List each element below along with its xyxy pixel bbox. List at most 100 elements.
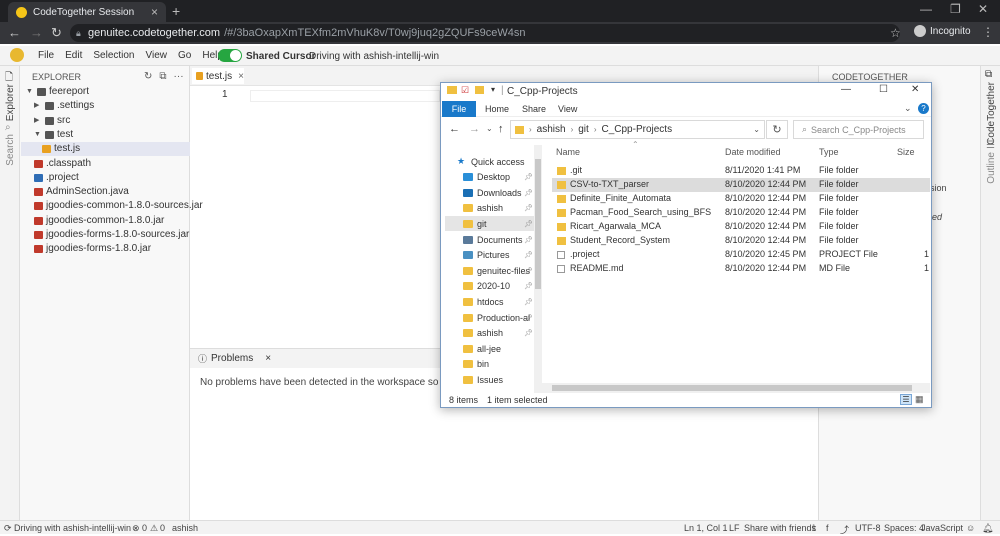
fe-search-input[interactable]: ⌕ Search C_Cpp-Projects bbox=[793, 120, 924, 139]
share-icon[interactable]: ⤴ bbox=[840, 523, 849, 536]
breadcrumb-item[interactable]: git bbox=[578, 124, 589, 135]
fe-close-icon[interactable]: ✕ bbox=[911, 84, 919, 95]
fe-forward-icon[interactable]: → bbox=[469, 123, 480, 135]
file-row[interactable]: Definite_Finite_Automata 8/10/2020 12:44 … bbox=[552, 192, 930, 206]
nav-item[interactable]: Production-al 📌︎ bbox=[445, 310, 537, 325]
codetogether-side-tab[interactable]: CodeTogether bbox=[986, 82, 997, 145]
list-horizontal-scrollbar[interactable] bbox=[542, 383, 930, 393]
menu-view[interactable]: View bbox=[146, 50, 168, 61]
breadcrumb[interactable]: › ashish › git › C_Cpp-Projects ⌄ bbox=[510, 120, 765, 139]
nav-item[interactable]: Issues bbox=[445, 372, 537, 387]
fe-minimize-icon[interactable]: — bbox=[841, 84, 851, 95]
minimize-icon[interactable]: — bbox=[920, 2, 932, 16]
fe-back-icon[interactable]: ← bbox=[449, 123, 460, 135]
browser-tab[interactable]: CodeTogether Session × bbox=[8, 2, 166, 22]
breadcrumb-item[interactable]: ashish bbox=[537, 124, 566, 135]
share-with-friends[interactable]: Share with friends bbox=[744, 523, 816, 533]
shared-cursor-toggle[interactable] bbox=[218, 49, 242, 62]
nav-item[interactable]: genuitec-files 📌︎ bbox=[445, 263, 537, 278]
nav-item[interactable]: htdocs 📌︎ bbox=[445, 294, 537, 309]
file-row[interactable]: CSV-to-TXT_parser 8/10/2020 12:44 PM File … bbox=[552, 178, 930, 192]
file-row[interactable]: .project 8/10/2020 12:45 PM PROJECT File 1 bbox=[552, 248, 930, 262]
bookmark-star-icon[interactable]: ☆ bbox=[890, 26, 901, 40]
quick-access-dropdown-icon[interactable]: ▾ bbox=[491, 85, 495, 94]
nav-item[interactable]: Documents 📌︎ bbox=[445, 232, 537, 247]
collapse-all-icon[interactable]: ⧉ bbox=[159, 71, 166, 82]
back-icon[interactable]: ← bbox=[8, 25, 21, 40]
status-driving[interactable]: Driving with ashish-intellij-win bbox=[14, 523, 131, 533]
tree-item[interactable]: jgoodies-common-1.8.0-sources.jar bbox=[34, 199, 203, 213]
new-tab-icon[interactable]: + bbox=[172, 3, 180, 19]
file-row[interactable]: README.md 8/10/2020 12:44 PM MD File 1 bbox=[552, 262, 930, 276]
error-count[interactable]: 0 bbox=[142, 523, 147, 533]
editor-tab-test-js[interactable]: test.js × bbox=[192, 68, 244, 84]
file-row[interactable]: Student_Record_System 8/10/2020 12:44 PM F… bbox=[552, 234, 930, 248]
url-field[interactable]: 🔒︎ genuitec.codetogether.com/#/3baOxapXm… bbox=[70, 24, 900, 42]
nav-scrollbar[interactable] bbox=[534, 145, 542, 393]
nav-item[interactable]: git 📌︎ bbox=[445, 216, 537, 232]
close-editor-tab-icon[interactable]: × bbox=[238, 71, 244, 82]
more-actions-icon[interactable]: ··· bbox=[174, 71, 184, 82]
nav-item[interactable]: Pictures 📌︎ bbox=[445, 248, 537, 263]
tree-item[interactable]: ▼ feereport bbox=[26, 85, 89, 99]
tree-item[interactable]: .classpath bbox=[34, 157, 91, 171]
tree-item[interactable]: .project bbox=[34, 171, 79, 185]
ribbon-tab-view[interactable]: View bbox=[558, 104, 577, 114]
search-side-tab[interactable]: Search bbox=[5, 134, 16, 166]
nav-item[interactable]: ashish 📌︎ bbox=[445, 326, 537, 341]
forward-icon[interactable]: → bbox=[30, 25, 43, 40]
recent-locations-icon[interactable]: ⌄ bbox=[486, 124, 493, 133]
eol-indicator[interactable]: LF bbox=[729, 523, 740, 533]
ribbon-tab-share[interactable]: Share bbox=[522, 104, 546, 114]
tree-item[interactable]: ▼ test bbox=[34, 128, 73, 142]
nav-item[interactable]: bin bbox=[445, 357, 537, 372]
address-dropdown-icon[interactable]: ⌄ bbox=[753, 125, 760, 134]
encoding-indicator[interactable]: UTF-8 bbox=[855, 523, 881, 533]
cursor-position[interactable]: Ln 1, Col 1 bbox=[684, 523, 728, 533]
close-tab-icon[interactable]: × bbox=[151, 5, 158, 19]
new-folder-icon[interactable] bbox=[475, 86, 484, 94]
properties-icon[interactable]: ☑ bbox=[461, 85, 469, 96]
browser-menu-icon[interactable]: ⋮ bbox=[982, 25, 994, 39]
column-header-date[interactable]: Date modified bbox=[725, 147, 781, 157]
problems-tab[interactable]: ⓘ Problems × bbox=[198, 352, 271, 365]
nav-item[interactable]: all-jee bbox=[445, 341, 537, 356]
ribbon-tab-file[interactable]: File bbox=[442, 101, 476, 117]
close-window-icon[interactable]: ✕ bbox=[978, 2, 988, 16]
tree-item[interactable]: jgoodies-forms-1.8.0-sources.jar bbox=[34, 228, 189, 242]
details-view-icon[interactable]: ☰ bbox=[900, 394, 912, 405]
current-line-highlight[interactable] bbox=[250, 90, 440, 102]
up-icon[interactable]: ↑ bbox=[498, 123, 504, 135]
codetogether-icon[interactable]: ⧉ bbox=[985, 69, 992, 80]
nav-item[interactable]: 2020-10 📌︎ bbox=[445, 279, 537, 294]
facebook-icon[interactable]: f bbox=[826, 523, 829, 533]
expand-ribbon-icon[interactable]: ⌄ bbox=[904, 103, 912, 114]
search-icon[interactable]: ⌕ bbox=[5, 122, 11, 133]
menu-selection[interactable]: Selection bbox=[93, 50, 134, 61]
column-header-type[interactable]: Type bbox=[819, 147, 839, 157]
tree-item[interactable]: AdminSection.java bbox=[34, 185, 129, 199]
nav-item[interactable]: Downloads 📌︎ bbox=[445, 185, 537, 200]
breadcrumb-item[interactable]: C_Cpp-Projects bbox=[601, 124, 672, 135]
help-icon[interactable]: ? bbox=[918, 103, 929, 114]
maximize-icon[interactable]: ❐ bbox=[950, 2, 961, 16]
nav-item[interactable]: ashish 📌︎ bbox=[445, 201, 537, 216]
large-icons-view-icon[interactable]: ▦ bbox=[915, 394, 924, 405]
close-problems-icon[interactable]: × bbox=[265, 353, 271, 364]
column-header-name[interactable]: Name bbox=[556, 147, 580, 157]
twitter-icon[interactable]: 𝕥 bbox=[812, 523, 816, 534]
tree-item[interactable]: ▶ src bbox=[34, 114, 70, 128]
indentation-indicator[interactable]: Spaces: 4 bbox=[884, 523, 924, 533]
refresh-explorer-icon[interactable]: ↻ bbox=[144, 71, 152, 82]
file-row[interactable]: Ricart_Agarwala_MCA 8/10/2020 12:44 PM Fil… bbox=[552, 220, 930, 234]
incognito-indicator[interactable]: Incognito bbox=[914, 25, 971, 37]
warning-count[interactable]: 0 bbox=[160, 523, 165, 533]
notifications-icon[interactable]: 🔔︎ bbox=[982, 523, 993, 534]
tree-item[interactable]: jgoodies-common-1.8.0.jar bbox=[34, 214, 164, 228]
menu-go[interactable]: Go bbox=[178, 50, 191, 61]
language-mode[interactable]: JavaScript bbox=[921, 523, 963, 533]
explorer-side-tab[interactable]: Explorer bbox=[5, 84, 16, 121]
tree-item[interactable]: jgoodies-forms-1.8.0.jar bbox=[34, 242, 151, 256]
reload-icon[interactable]: ↻ bbox=[51, 25, 62, 41]
menu-edit[interactable]: Edit bbox=[65, 50, 82, 61]
